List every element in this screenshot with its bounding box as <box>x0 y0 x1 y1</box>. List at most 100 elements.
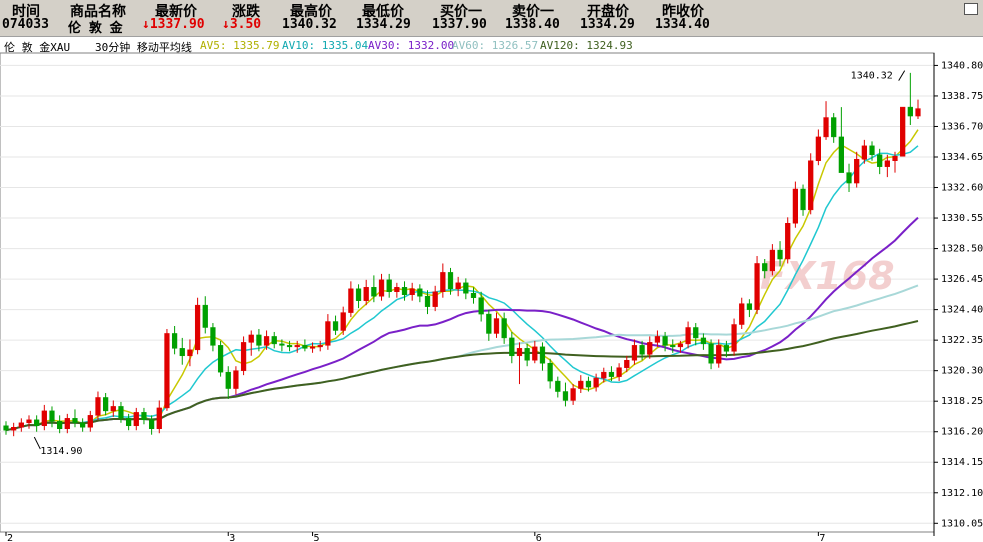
candle-body <box>509 337 515 357</box>
candle-body <box>486 313 492 334</box>
candle-body <box>915 108 921 117</box>
candle-body <box>409 288 415 295</box>
candle <box>378 273 385 301</box>
candle <box>700 333 707 350</box>
y-tick-label: 1310.05 <box>941 518 983 529</box>
candle <box>831 113 837 143</box>
candle <box>708 339 714 370</box>
candle-body <box>746 303 753 310</box>
candle-body <box>225 371 231 389</box>
candle-body <box>547 362 553 382</box>
candle-body <box>440 272 446 293</box>
candle <box>524 343 530 367</box>
candle-body <box>294 345 300 348</box>
y-tick-label: 1332.60 <box>941 183 983 194</box>
candle-body <box>639 345 645 355</box>
candle <box>248 330 254 356</box>
candle <box>18 418 24 432</box>
candle-body <box>631 345 638 361</box>
x-tick-label: 5 <box>314 533 320 542</box>
candle <box>110 400 116 417</box>
candle-body <box>815 136 821 161</box>
candle <box>509 331 515 364</box>
candle <box>11 422 17 437</box>
candle-body <box>677 343 684 348</box>
candle <box>41 404 47 431</box>
low-label: 1314.90 <box>40 446 82 457</box>
candle <box>516 342 523 385</box>
candle-body <box>171 333 178 349</box>
candle <box>332 315 339 335</box>
candle-body <box>769 249 776 272</box>
candle-body <box>217 345 224 373</box>
candle-body <box>907 106 913 117</box>
candle-body <box>654 336 661 343</box>
candle-body <box>309 346 316 349</box>
candle-body <box>417 288 423 297</box>
candle-body <box>570 388 576 401</box>
candle-body <box>838 136 844 173</box>
candle <box>179 337 185 365</box>
candle-body <box>233 370 239 389</box>
candle <box>409 282 415 301</box>
candle <box>348 281 354 318</box>
y-tick-label: 1334.65 <box>941 152 983 163</box>
candle-body <box>578 380 584 389</box>
candle-body <box>34 419 40 427</box>
candle-body <box>164 333 170 409</box>
candle <box>915 99 921 120</box>
x-tick-label: 2 <box>7 533 13 542</box>
y-tick-label: 1324.40 <box>941 305 983 316</box>
candle <box>532 340 538 364</box>
candle-body <box>777 249 783 260</box>
candle-body <box>800 188 806 211</box>
candle <box>72 409 78 428</box>
candle-body <box>332 321 339 331</box>
y-tick-label: 1338.75 <box>941 91 983 102</box>
candle-body <box>785 223 791 260</box>
candle <box>233 366 239 395</box>
candle <box>317 340 323 352</box>
ma60-line <box>5 284 919 432</box>
candle-body <box>823 117 829 138</box>
candle <box>202 296 208 334</box>
candle-body <box>202 304 208 328</box>
candle-body <box>708 343 714 364</box>
candle <box>34 415 40 432</box>
candle-body <box>516 348 523 357</box>
candle <box>463 278 469 300</box>
candle-body <box>432 291 438 307</box>
candle-body <box>302 345 308 349</box>
candle-body <box>194 304 201 351</box>
candle-body <box>601 371 607 379</box>
candle-body <box>348 288 354 313</box>
candle-body <box>562 391 569 401</box>
candle-body <box>670 345 676 348</box>
candle-body <box>693 327 699 339</box>
candle <box>800 184 806 216</box>
candle <box>907 72 913 125</box>
candle <box>746 299 753 318</box>
candle-body <box>900 106 906 157</box>
y-tick-label: 1314.15 <box>941 457 983 468</box>
candle-body <box>555 380 561 392</box>
candle <box>394 282 400 298</box>
y-tick-label: 1316.20 <box>941 427 983 438</box>
candle <box>194 297 201 355</box>
candle-body <box>18 422 24 428</box>
candle-body <box>248 334 254 343</box>
candle <box>547 358 553 389</box>
candle-body <box>731 324 737 352</box>
candle-body <box>80 422 86 428</box>
candle-body <box>501 318 507 339</box>
candle-body <box>470 292 477 298</box>
candle-body <box>662 336 668 346</box>
candle <box>570 384 576 405</box>
candle-body <box>271 336 277 345</box>
candle-body <box>447 272 454 290</box>
candle-body <box>72 418 78 424</box>
candle-body <box>179 348 185 357</box>
candle <box>57 415 63 434</box>
candle-body <box>378 279 385 297</box>
candle-body <box>685 327 691 345</box>
